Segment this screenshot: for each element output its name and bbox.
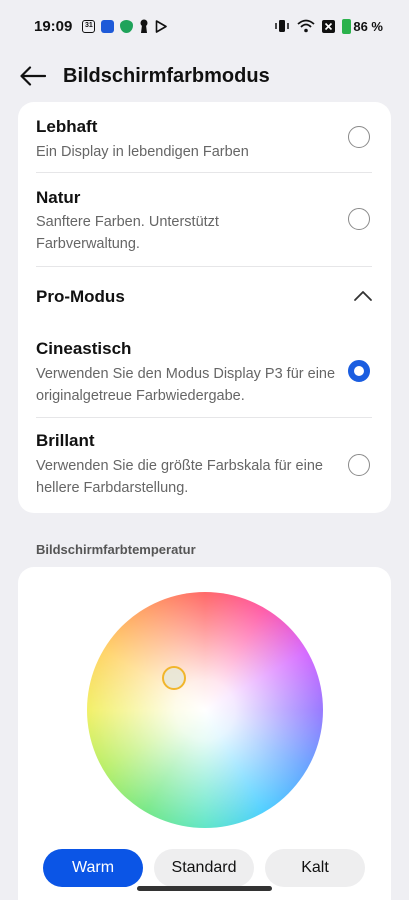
calendar-31-icon: 31 — [82, 19, 96, 33]
play-store-icon — [155, 19, 168, 33]
radio-cineastisch[interactable] — [348, 360, 370, 382]
option-brillant[interactable]: Brillant Verwenden Sie die größte Farbsk… — [18, 418, 391, 513]
back-button[interactable] — [18, 61, 48, 91]
chevron-up-icon[interactable] — [353, 289, 373, 303]
x-icon — [322, 19, 336, 33]
page-title: Bildschirmfarbmodus — [63, 64, 270, 87]
home-indicator[interactable] — [137, 886, 272, 891]
option-lebhaft[interactable]: Lebhaft Ein Display in lebendigen Farben — [18, 102, 391, 172]
option-cineastisch-title: Cineastisch — [36, 339, 132, 358]
color-mode-card: Lebhaft Ein Display in lebendigen Farben… — [18, 102, 391, 513]
blue-app-icon — [101, 19, 115, 33]
system-icons: 86 % — [274, 18, 383, 34]
app-header: Bildschirmfarbmodus — [0, 52, 409, 100]
kalt-button[interactable]: Kalt — [265, 849, 365, 887]
wifi-icon — [297, 19, 315, 33]
status-time: 19:09 — [34, 17, 73, 35]
option-brillant-title: Brillant — [36, 431, 95, 450]
option-lebhaft-desc: Ein Display in lebendigen Farben — [36, 144, 249, 160]
pro-mode-header[interactable]: Pro-Modus — [18, 267, 391, 327]
notification-icons: 31 — [82, 19, 168, 33]
option-natur[interactable]: Natur Sanftere Farben. Unterstützt Farbv… — [18, 173, 391, 266]
wheel-handle[interactable] — [162, 666, 186, 690]
keyhole-icon — [139, 19, 149, 33]
shield-app-icon — [120, 19, 134, 33]
pro-mode-title: Pro-Modus — [36, 287, 125, 306]
warm-button[interactable]: Warm — [43, 849, 143, 887]
radio-brillant[interactable] — [348, 454, 370, 476]
battery-level: 86 % — [353, 18, 383, 34]
radio-natur[interactable] — [348, 208, 370, 230]
option-lebhaft-title: Lebhaft — [36, 117, 98, 136]
temperature-section-label: Bildschirmfarbtemperatur — [36, 542, 196, 557]
option-cineastisch-desc: Verwenden Sie den Modus Display P3 für e… — [36, 366, 336, 404]
vibrate-icon — [274, 19, 290, 33]
standard-button[interactable]: Standard — [154, 849, 254, 887]
back-arrow-icon — [20, 66, 46, 86]
temperature-card: Warm Standard Kalt — [18, 567, 391, 900]
battery-charging-icon: 86 % — [342, 18, 383, 34]
status-bar: 19:09 31 86 % — [0, 0, 409, 52]
option-brillant-desc: Verwenden Sie die größte Farbskala für e… — [36, 458, 323, 496]
option-natur-title: Natur — [36, 188, 81, 207]
radio-lebhaft[interactable] — [348, 126, 370, 148]
color-temperature-wheel[interactable] — [87, 592, 323, 828]
option-natur-desc: Sanftere Farben. Unterstützt Farbverwalt… — [36, 214, 219, 252]
option-cineastisch[interactable]: Cineastisch Verwenden Sie den Modus Disp… — [18, 327, 391, 417]
